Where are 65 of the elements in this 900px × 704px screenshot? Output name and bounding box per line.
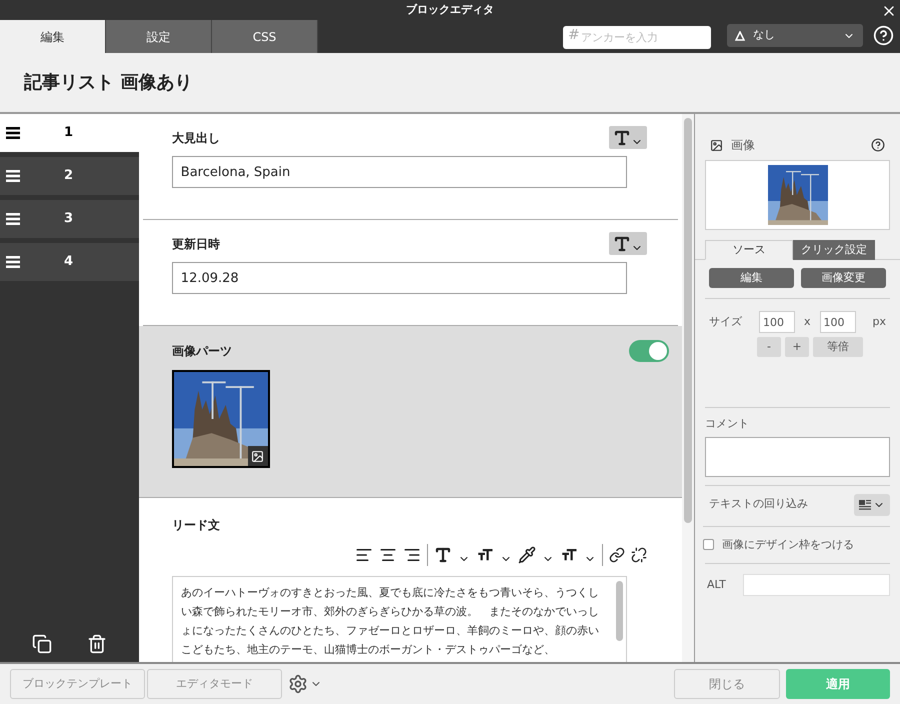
text-style-icon — [613, 234, 631, 252]
drag-handle-icon — [6, 127, 20, 139]
comment-label: コメント — [705, 417, 749, 430]
scrollbar[interactable] — [682, 114, 694, 662]
tab[interactable]: CSS — [212, 20, 318, 53]
field-label: 画像パーツ — [172, 343, 232, 360]
panel-title: 画像 — [731, 137, 756, 154]
block-item[interactable]: 4 — [0, 243, 139, 281]
drag-handle-icon — [6, 256, 20, 268]
trash-icon[interactable] — [87, 634, 108, 654]
text-style-button[interactable] — [609, 126, 647, 149]
lead-text: あのイーハトーヴォのすきとおった風、夏でも底に冷たさをもつ青いそら、うつくしい森で飾られたモリーオ市、郊外のぎらぎらひかる草の波。 またそのなかでいっしょになったたくさんのひとたち、ファゼーロとロザーロ、羊飼のミーロや、顔の赤いこどもたち、地主のテーモ、山猫博士のボーガント・デストゥパーゴなど、 — [180, 585, 600, 658]
toggle-switch[interactable] — [629, 340, 669, 362]
window-title: ブロックエディタ — [406, 2, 494, 18]
frame-checkbox[interactable] — [703, 539, 714, 550]
size-button[interactable]: - — [757, 337, 781, 357]
field-label: リード文 — [172, 518, 220, 532]
size-button[interactable]: 等倍 — [813, 337, 863, 357]
panel-tab[interactable]: クリック設定 — [793, 240, 875, 260]
block-item[interactable]: 2 — [0, 157, 139, 195]
align-left-icon[interactable] — [355, 546, 373, 564]
alt-label: ALT — [707, 576, 727, 593]
triangle-icon — [735, 30, 745, 40]
block-item[interactable]: 3 — [0, 200, 139, 238]
settings-icon[interactable] — [288, 674, 308, 694]
link-icon[interactable] — [609, 547, 625, 563]
size-label: サイズ — [709, 314, 743, 330]
eyedropper-icon[interactable] — [518, 546, 536, 564]
frame-label: 画像にデザイン枠をつける — [722, 536, 854, 552]
hash-symbol: # — [568, 26, 580, 44]
block-item[interactable]: 1 — [0, 114, 139, 152]
image-icon — [251, 450, 264, 462]
field-label: 大見出し — [172, 130, 220, 146]
drag-handle-icon — [6, 213, 20, 225]
text-field[interactable]: Barcelona, Spain — [172, 156, 627, 188]
panel-button[interactable]: 画像変更 — [801, 268, 886, 288]
text-style-icon — [613, 128, 631, 146]
help-icon[interactable] — [871, 138, 885, 152]
text-field[interactable]: 12.09.28 — [172, 262, 627, 294]
anchor-select[interactable]: なし — [727, 24, 863, 47]
page-title: 記事リスト 画像あり — [24, 71, 192, 95]
drag-handle-icon — [6, 170, 20, 182]
panel-tab[interactable]: ソース — [705, 240, 793, 260]
align-center-icon[interactable] — [379, 546, 397, 564]
field-label: 更新日時 — [172, 236, 220, 252]
text-area[interactable]: あのイーハトーヴォのすきとおった風、夏でも底に冷たさをもつ青いそら、うつくしい森で飾られたモリーオ市、郊外のぎらぎらひかる草の波。 またそのなかでいっしょになったたくさんのひとたち、ファゼーロとロザーロ、羊飼のミーロや、顔の赤いこどもたち、地主のテーモ、山猫博士のボーガント・デストゥパーゴなど、 — [172, 576, 627, 662]
wrap-label: テキストの回り込み — [709, 496, 809, 512]
unit-label: px — [872, 314, 886, 330]
image-icon — [710, 138, 723, 152]
tab[interactable]: 設定 — [106, 20, 212, 53]
unlink-icon[interactable] — [631, 547, 647, 563]
height-field[interactable]: 100 — [820, 311, 856, 333]
width-field[interactable]: 100 — [759, 311, 795, 333]
wrap-dropdown[interactable] — [854, 494, 890, 516]
alt-field[interactable] — [743, 574, 890, 596]
text-style-button[interactable] — [609, 232, 647, 255]
comment-field[interactable] — [705, 436, 890, 476]
times-sign: x — [803, 314, 812, 330]
text-wrap-icon — [859, 500, 871, 510]
panel-button[interactable]: 編集 — [709, 268, 794, 288]
tab[interactable]: 編集 — [0, 20, 106, 53]
duplicate-icon[interactable] — [32, 634, 52, 654]
align-right-icon[interactable] — [403, 546, 421, 564]
size-button[interactable]: + — [785, 337, 809, 357]
text-style-icon[interactable] — [434, 546, 452, 564]
